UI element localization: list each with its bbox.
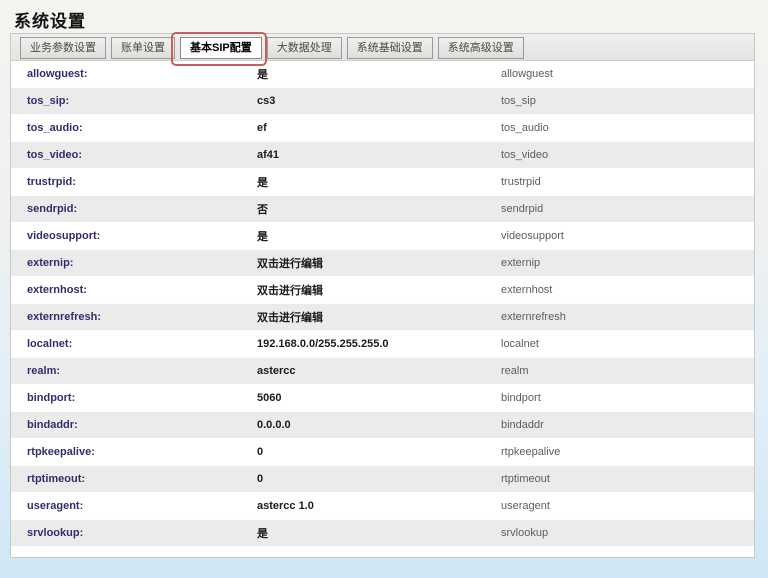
- table-row-realm: realm: astercc realm: [11, 358, 754, 385]
- row-value-externrefresh[interactable]: 双击进行编辑: [257, 309, 501, 325]
- table-row-bindaddr: bindaddr: 0.0.0.0 bindaddr: [11, 412, 754, 439]
- row-label: tos_video:: [11, 149, 257, 161]
- tab-big-data[interactable]: 大数据处理: [267, 37, 342, 59]
- table-row-videosupport: videosupport: 是 videosupport: [11, 223, 754, 250]
- row-fieldname: srvlookup: [501, 527, 754, 539]
- table-row-localnet: localnet: 192.168.0.0/255.255.255.0 loca…: [11, 331, 754, 358]
- row-value-allowguest[interactable]: 是: [257, 66, 501, 82]
- row-label: trustrpid:: [11, 176, 257, 188]
- row-value-rtptimeout[interactable]: 0: [257, 473, 501, 485]
- settings-panel: 业务参数设置账单设置基本SIP配置大数据处理系统基础设置系统高级设置 allow…: [10, 33, 755, 558]
- table-row-trustrpid: trustrpid: 是 trustrpid: [11, 169, 754, 196]
- row-value-trustrpid[interactable]: 是: [257, 174, 501, 190]
- row-value-tos_sip[interactable]: cs3: [257, 95, 501, 107]
- row-fieldname: videosupport: [501, 230, 754, 242]
- row-fieldname: tos_sip: [501, 95, 754, 107]
- row-value-rtpkeepalive[interactable]: 0: [257, 446, 501, 458]
- row-label: rtptimeout:: [11, 473, 257, 485]
- row-label: localnet:: [11, 338, 257, 350]
- row-label: tos_audio:: [11, 122, 257, 134]
- row-value-tos_video[interactable]: af41: [257, 149, 501, 161]
- row-label: externhost:: [11, 284, 257, 296]
- row-label: rtpkeepalive:: [11, 446, 257, 458]
- table-row-allowguest: allowguest: 是 allowguest: [11, 61, 754, 88]
- table-row-rtptimeout: rtptimeout: 0 rtptimeout: [11, 466, 754, 493]
- row-fieldname: externip: [501, 257, 754, 269]
- row-fieldname: realm: [501, 365, 754, 377]
- row-fieldname: tos_video: [501, 149, 754, 161]
- tab-system-advanced[interactable]: 系统高级设置: [438, 37, 524, 59]
- row-fieldname: useragent: [501, 500, 754, 512]
- tab-business-params[interactable]: 业务参数设置: [20, 37, 106, 59]
- row-label: sendrpid:: [11, 203, 257, 215]
- row-fieldname: bindaddr: [501, 419, 754, 431]
- row-value-videosupport[interactable]: 是: [257, 228, 501, 244]
- row-fieldname: bindport: [501, 392, 754, 404]
- row-label: bindaddr:: [11, 419, 257, 431]
- row-fieldname: rtpkeepalive: [501, 446, 754, 458]
- tab-basic-sip[interactable]: 基本SIP配置: [180, 37, 262, 59]
- settings-tabstrip: 业务参数设置账单设置基本SIP配置大数据处理系统基础设置系统高级设置: [11, 34, 754, 61]
- row-fieldname: tos_audio: [501, 122, 754, 134]
- row-value-realm[interactable]: astercc: [257, 365, 501, 377]
- row-value-externhost[interactable]: 双击进行编辑: [257, 282, 501, 298]
- row-label: externrefresh:: [11, 311, 257, 323]
- table-row-bindport: bindport: 5060 bindport: [11, 385, 754, 412]
- row-label: srvlookup:: [11, 527, 257, 539]
- row-fieldname: localnet: [501, 338, 754, 350]
- row-label: allowguest:: [11, 68, 257, 80]
- row-label: externip:: [11, 257, 257, 269]
- row-value-srvlookup[interactable]: 是: [257, 525, 501, 541]
- row-label: realm:: [11, 365, 257, 377]
- table-row-tos_audio: tos_audio: ef tos_audio: [11, 115, 754, 142]
- row-fieldname: externrefresh: [501, 311, 754, 323]
- row-value-tos_audio[interactable]: ef: [257, 122, 501, 134]
- row-value-bindaddr[interactable]: 0.0.0.0: [257, 419, 501, 431]
- row-value-sendrpid[interactable]: 否: [257, 201, 501, 217]
- table-row-externhost: externhost: 双击进行编辑 externhost: [11, 277, 754, 304]
- tab-system-basic[interactable]: 系统基础设置: [347, 37, 433, 59]
- row-label: tos_sip:: [11, 95, 257, 107]
- row-value-externip[interactable]: 双击进行编辑: [257, 255, 501, 271]
- table-row-tos_sip: tos_sip: cs3 tos_sip: [11, 88, 754, 115]
- table-row-rtpkeepalive: rtpkeepalive: 0 rtpkeepalive: [11, 439, 754, 466]
- table-row-externip: externip: 双击进行编辑 externip: [11, 250, 754, 277]
- table-row-srvlookup: srvlookup: 是 srvlookup: [11, 520, 754, 547]
- table-row-sendrpid: sendrpid: 否 sendrpid: [11, 196, 754, 223]
- page-title: 系统设置: [0, 0, 768, 33]
- row-value-bindport[interactable]: 5060: [257, 392, 501, 404]
- row-fieldname: rtptimeout: [501, 473, 754, 485]
- row-fieldname: externhost: [501, 284, 754, 296]
- settings-table: allowguest: 是 allowguest tos_sip: cs3 to…: [11, 61, 754, 557]
- table-row-externrefresh: externrefresh: 双击进行编辑 externrefresh: [11, 304, 754, 331]
- row-label: bindport:: [11, 392, 257, 404]
- row-value-useragent[interactable]: astercc 1.0: [257, 500, 501, 512]
- row-label: videosupport:: [11, 230, 257, 242]
- row-label: useragent:: [11, 500, 257, 512]
- row-fieldname: trustrpid: [501, 176, 754, 188]
- tab-billing[interactable]: 账单设置: [111, 37, 175, 59]
- row-fieldname: sendrpid: [501, 203, 754, 215]
- row-fieldname: allowguest: [501, 68, 754, 80]
- row-value-localnet[interactable]: 192.168.0.0/255.255.255.0: [257, 338, 501, 350]
- table-row-tos_video: tos_video: af41 tos_video: [11, 142, 754, 169]
- table-row-useragent: useragent: astercc 1.0 useragent: [11, 493, 754, 520]
